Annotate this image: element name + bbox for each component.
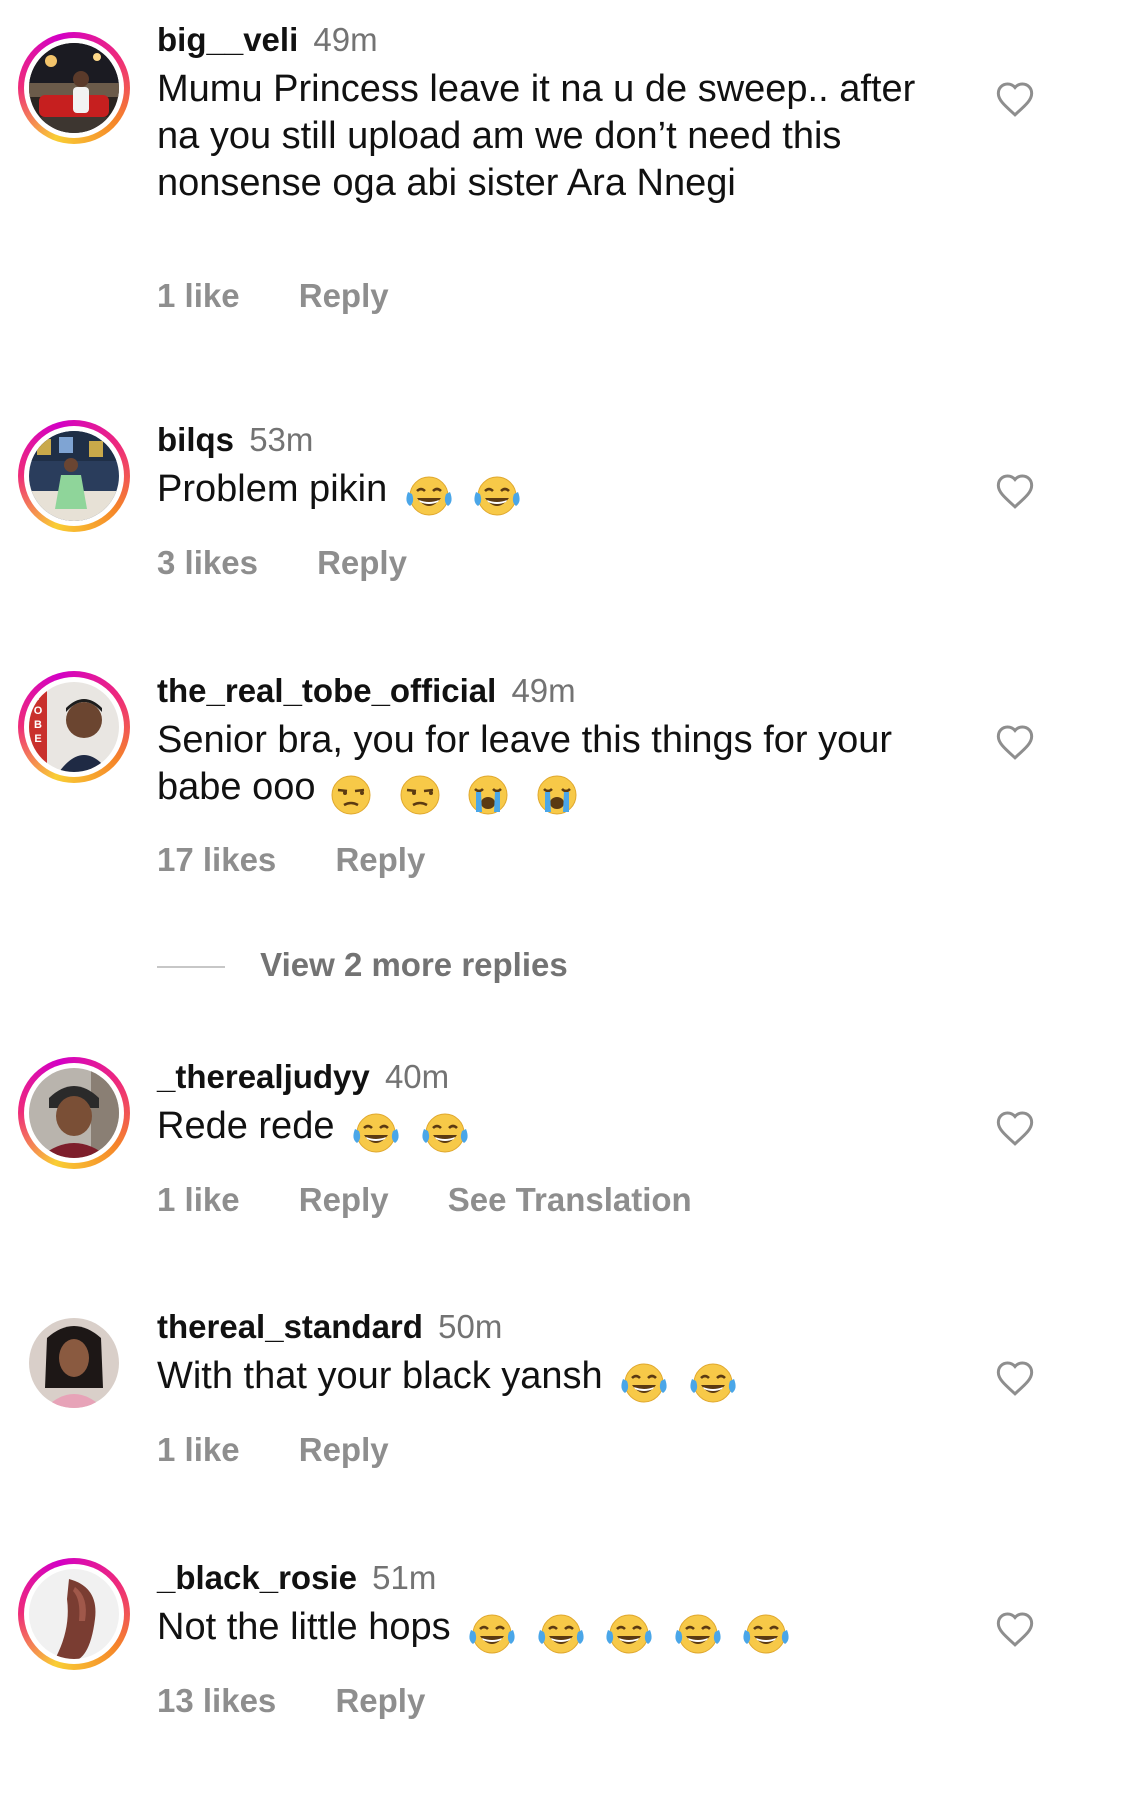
heart-outline-icon[interactable] [995, 1359, 1035, 1397]
unamused-emoji [400, 775, 440, 815]
avatar-story-ring[interactable] [18, 1558, 130, 1670]
comment-timestamp: 49m [313, 21, 378, 58]
likes-count[interactable]: 13 likes [157, 1682, 276, 1719]
thread-divider-line [157, 966, 225, 969]
likes-count[interactable]: 3 likes [157, 544, 258, 581]
tears-of-joy-emoji [538, 1614, 584, 1654]
comment-timestamp: 53m [249, 421, 314, 458]
avatar[interactable] [29, 1318, 119, 1408]
tears-of-joy-emoji [469, 1614, 515, 1654]
reply-button[interactable]: Reply [335, 841, 425, 878]
comment-text: With that your black yansh [157, 1355, 603, 1397]
comment-timestamp: 40m [384, 1058, 450, 1095]
likes-count[interactable]: 1 like [157, 1181, 240, 1218]
tears-of-joy-emoji [606, 1614, 652, 1654]
avatar[interactable] [29, 43, 119, 133]
avatar[interactable] [29, 1068, 119, 1158]
tears-of-joy-emoji [621, 1363, 667, 1403]
comment-timestamp: 49m [511, 672, 576, 709]
avatar-story-ring[interactable] [18, 420, 130, 532]
comment-username[interactable]: bilqs [157, 421, 234, 458]
unamused-emoji [331, 775, 371, 815]
svg-text:T: T [35, 691, 42, 703]
avatar-story-ring[interactable] [18, 1057, 130, 1169]
reply-button[interactable]: Reply [299, 277, 389, 314]
reply-button[interactable]: Reply [317, 544, 407, 581]
likes-count[interactable]: 1 like [157, 1431, 240, 1468]
view-more-replies-label: View 2 more replies [260, 946, 568, 983]
avatar[interactable] [29, 1569, 119, 1659]
emoji-group [404, 472, 531, 520]
tears-of-joy-emoji [406, 476, 452, 516]
comment-text: Not the little hops [157, 1606, 451, 1648]
heart-outline-icon[interactable] [995, 472, 1035, 510]
avatar-story-ring[interactable]: T O B E [18, 671, 130, 783]
comment-timestamp: 50m [438, 1308, 503, 1345]
tears-of-joy-emoji [353, 1113, 399, 1153]
emoji-group [467, 1610, 799, 1658]
emoji-group [619, 1359, 746, 1407]
heart-outline-icon[interactable] [995, 1610, 1035, 1648]
avatar[interactable]: T O B E [29, 682, 119, 772]
tears-of-joy-emoji [474, 476, 520, 516]
view-more-replies-button[interactable]: View 2 more replies [157, 945, 568, 985]
comment-text: Problem pikin [157, 468, 388, 510]
reply-button[interactable]: Reply [299, 1181, 389, 1218]
tears-of-joy-emoji [690, 1363, 736, 1403]
heart-outline-icon[interactable] [995, 723, 1035, 761]
see-translation-button[interactable]: See Translation [448, 1181, 692, 1218]
reply-button[interactable]: Reply [335, 1682, 425, 1719]
avatar-frame[interactable] [18, 1307, 130, 1419]
svg-text:B: B [34, 719, 42, 731]
avatar[interactable] [29, 431, 119, 521]
heart-outline-icon[interactable] [995, 80, 1035, 118]
comment-username[interactable]: thereal_standard [157, 1308, 423, 1345]
reply-button[interactable]: Reply [299, 1431, 389, 1468]
tears-of-joy-emoji [675, 1614, 721, 1654]
comment-username[interactable]: big__veli [157, 21, 298, 58]
svg-text:O: O [34, 705, 43, 717]
tears-of-joy-emoji [421, 1113, 468, 1153]
loudly-crying-emoji [537, 775, 577, 815]
avatar-story-ring[interactable] [18, 32, 130, 144]
emoji-group [351, 1109, 478, 1157]
comment-username[interactable]: _black_rosie [157, 1559, 357, 1596]
likes-count[interactable]: 17 likes [157, 841, 276, 878]
svg-text:E: E [34, 733, 41, 745]
loudly-crying-emoji [468, 775, 508, 815]
comment-timestamp: 51m [372, 1559, 437, 1596]
comment-text: Rede rede [157, 1105, 335, 1147]
comment-username[interactable]: the_real_tobe_official [157, 672, 496, 709]
tears-of-joy-emoji [743, 1614, 790, 1654]
comment-username[interactable]: _therealjudyy [157, 1058, 370, 1095]
heart-outline-icon[interactable] [995, 1109, 1035, 1147]
likes-count[interactable]: 1 like [157, 277, 240, 314]
comment-text: Mumu Princess leave it na u de sweep.. a… [157, 68, 916, 204]
emoji-group [326, 770, 590, 818]
